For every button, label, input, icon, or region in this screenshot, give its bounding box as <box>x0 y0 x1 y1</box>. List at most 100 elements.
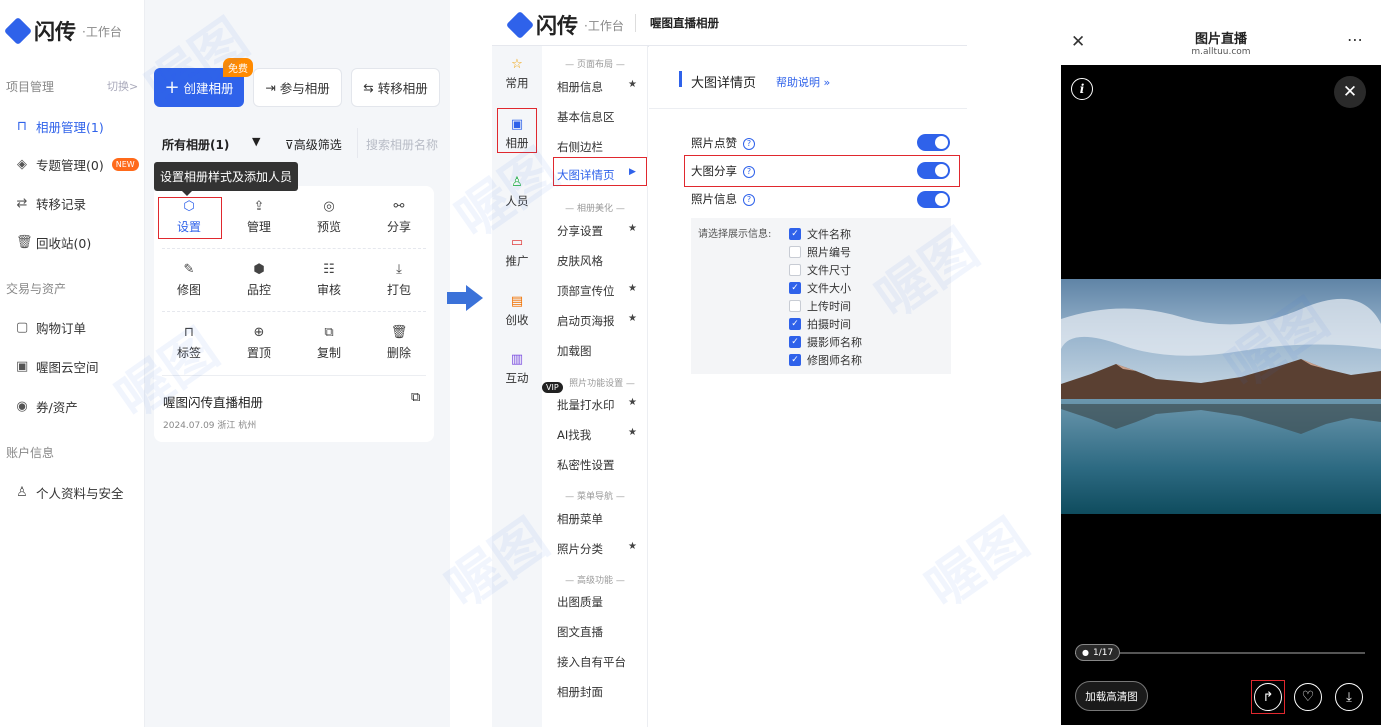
info-option[interactable]: ✓ 拍摄时间 <box>789 316 851 332</box>
menu-item[interactable]: 加载图 <box>557 343 592 359</box>
load-hd-button[interactable]: 加载高清图 <box>1075 681 1148 711</box>
checkbox-icon[interactable] <box>789 264 801 276</box>
like-toggle[interactable] <box>917 134 950 151</box>
info-option[interactable]: 文件尺寸 <box>789 262 851 278</box>
preview-icon: ◎ <box>323 198 335 214</box>
action-label: 管理 <box>246 219 271 234</box>
quality-icon: ⬢ <box>253 261 265 277</box>
sidebar-item-albums[interactable]: ⊓ 相册管理(1) <box>16 117 104 136</box>
sidebar-item-transfer[interactable]: ⇄ 转移记录 <box>16 194 86 213</box>
switch-link[interactable]: 切换> <box>107 78 138 94</box>
rail-promote[interactable]: ▭ 推广 <box>492 236 542 269</box>
menu-item[interactable]: 出图质量 <box>557 594 603 610</box>
menu-item[interactable]: 启动页海报 ★ <box>557 313 637 329</box>
checkbox-checked-icon[interactable]: ✓ <box>789 354 801 366</box>
menu-item[interactable]: 基本信息区 <box>557 109 615 125</box>
more-icon[interactable]: ⋯ <box>1347 30 1363 49</box>
info-option[interactable]: ✓ 摄影师名称 <box>789 334 862 350</box>
menu-item[interactable]: AI找我 ★ <box>557 427 637 443</box>
album-settings-panel: 闪传 ·工作台 喔图直播相册 ☆ 常用 ▣ 相册 ♙ 人员 ▭ 推广 ▤ 创收 ▥ 互动 —… <box>492 0 967 727</box>
checkbox-checked-icon[interactable]: ✓ <box>789 282 801 294</box>
section-project: 项目管理 <box>6 80 55 94</box>
info-options-box: 请选择展示信息: ✓ 文件名称 照片编号 文件尺寸 ✓ 文件大小 上传时间 ✓ 拍摄时间 ✓ 摄影师… <box>691 218 951 374</box>
download-icon[interactable]: ⤓ <box>1335 683 1363 711</box>
action-download[interactable]: ⤓ 打包 <box>364 260 434 300</box>
sidebar-item-topics[interactable]: ◈ 专题管理(0) NEW <box>16 155 139 174</box>
menu-header: — 页面布局 — <box>565 60 625 70</box>
transfer-album-button[interactable]: ⇆ 转移相册 <box>351 68 440 107</box>
caret-right-icon: ▶ <box>629 167 636 177</box>
action-review[interactable]: ☷ 审核 <box>294 260 364 300</box>
menu-item[interactable]: 接入自有平台 <box>557 654 626 670</box>
sidebar-item-coupons[interactable]: ◉ 券/资产 <box>16 397 77 416</box>
menu-item[interactable]: 顶部宣传位 ★ <box>557 283 637 299</box>
help-icon[interactable]: ? <box>743 193 755 206</box>
help-icon[interactable]: ? <box>743 165 755 178</box>
help-icon[interactable]: ? <box>743 137 755 150</box>
sidebar-item-orders[interactable]: ▢ 购物订单 <box>16 318 86 337</box>
rail-people[interactable]: ♙ 人员 <box>492 176 542 209</box>
checkbox-checked-icon[interactable]: ✓ <box>789 336 801 348</box>
info-option[interactable]: ✓ 文件名称 <box>789 226 851 242</box>
brand-sub: ·工作台 <box>82 24 122 39</box>
copy-icon[interactable]: ⧉ <box>411 390 420 405</box>
all-albums-filter[interactable]: 所有相册(1) <box>162 136 229 153</box>
sidebar-item-cloud[interactable]: ▣ 喔图云空间 <box>16 357 99 376</box>
transfer-icon: ⇆ <box>363 80 374 95</box>
advanced-filter[interactable]: ⊽高级筛选 <box>285 136 342 153</box>
sidebar-item-profile[interactable]: ♙ 个人资料与安全 <box>16 483 123 502</box>
checkbox-icon[interactable] <box>789 246 801 258</box>
rail-album[interactable]: ▣ 相册 <box>492 118 542 151</box>
mobile-photo-viewer: ✕ 图片直播 m.alltuu.com ⋯ i ✕ ● 1/17 加载高清图 ↱ … <box>1061 20 1381 725</box>
share-icon[interactable]: ↱ <box>1254 683 1282 711</box>
checkbox-icon[interactable] <box>789 300 801 312</box>
header-divider <box>635 14 636 32</box>
rail-common[interactable]: ☆ 常用 <box>492 58 542 91</box>
menu-item[interactable]: 皮肤风格 <box>557 253 603 269</box>
menu-item[interactable]: 相册封面 <box>557 684 603 700</box>
menu-item[interactable]: 分享设置 ★ <box>557 223 637 239</box>
action-settings[interactable]: ⬡ 设置 <box>154 197 224 237</box>
menu-item[interactable]: 右侧边栏 <box>557 139 603 155</box>
action-manage[interactable]: ⇪ 管理 <box>224 197 294 237</box>
checkbox-checked-icon[interactable]: ✓ <box>789 228 801 240</box>
album-search-input[interactable]: 搜索相册名称 <box>357 128 447 158</box>
share-toggle[interactable] <box>917 162 950 179</box>
menu-item[interactable]: 批量打水印 ★ <box>557 397 637 413</box>
action-tag[interactable]: ⊓ 标签 <box>154 323 224 363</box>
action-preview[interactable]: ◎ 预览 <box>294 197 364 237</box>
join-album-button[interactable]: ⇥ 参与相册 <box>253 68 342 107</box>
heart-icon[interactable]: ♡ <box>1294 683 1322 711</box>
sidebar-item-trash[interactable]: 🗑 回收站(0) <box>16 233 91 252</box>
album-management-panel: 闪传 ·工作台 项目管理 切换> ⊓ 相册管理(1) ◈ 专题管理(0) NEW ⇄ 转… <box>0 0 450 727</box>
info-option[interactable]: ✓ 修图师名称 <box>789 352 862 368</box>
menu-item-active[interactable]: 大图详情页 ▶ <box>544 158 648 186</box>
menu-item[interactable]: 相册菜单 <box>557 511 603 527</box>
info-option[interactable]: 上传时间 <box>789 298 851 314</box>
manage-icon: ⇪ <box>253 198 265 214</box>
info-icon[interactable]: i <box>1071 78 1093 100</box>
checkbox-checked-icon[interactable]: ✓ <box>789 318 801 330</box>
action-share[interactable]: ⚯ 分享 <box>364 197 434 237</box>
menu-item[interactable]: 私密性设置 <box>557 457 615 473</box>
action-delete[interactable]: 🗑 删除 <box>364 323 434 363</box>
help-link[interactable]: 帮助说明 » <box>776 74 830 90</box>
info-toggle[interactable] <box>917 191 950 208</box>
album-meta: 2024.07.09 浙江 杭州 <box>163 421 257 431</box>
info-option[interactable]: ✓ 文件大小 <box>789 280 851 296</box>
menu-item[interactable]: 相册信息 ★ <box>557 79 637 95</box>
info-option[interactable]: 照片编号 <box>789 244 851 260</box>
action-retouch[interactable]: ✎ 修图 <box>154 260 224 300</box>
rail-revenue[interactable]: ▤ 创收 <box>492 295 542 328</box>
rail-interact[interactable]: ▥ 互动 <box>492 353 542 386</box>
action-pin-top[interactable]: ⊕ 置顶 <box>224 323 294 363</box>
action-quality[interactable]: ⬢ 品控 <box>224 260 294 300</box>
dropdown-icon[interactable]: ▼ <box>252 135 260 148</box>
action-copy[interactable]: ⧉ 复制 <box>294 323 364 363</box>
album-title[interactable]: 喔图闪传直播相册 <box>163 392 263 411</box>
bag-icon: ▢ <box>16 320 29 335</box>
tag-icon: ⊓ <box>183 324 195 340</box>
menu-item[interactable]: 照片分类 ★ <box>557 541 637 557</box>
close-viewer-button[interactable]: ✕ <box>1334 76 1366 108</box>
menu-item[interactable]: 图文直播 <box>557 624 603 640</box>
